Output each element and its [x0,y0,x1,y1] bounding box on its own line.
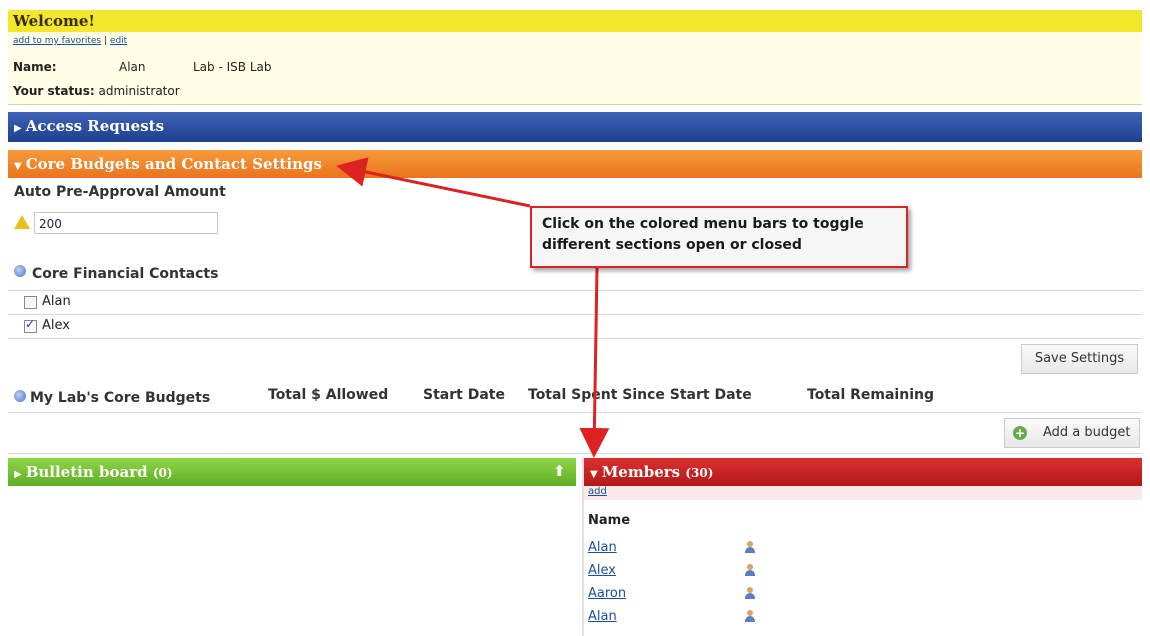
member-link[interactable]: Aaron [588,586,626,601]
status-row: Your status: administrator [13,84,180,98]
bulletin-board-title: Bulletin board [25,463,148,481]
add-to-favorites-link[interactable]: add to my favorites [13,36,101,46]
expanded-triangle-icon: ▼ [590,469,598,480]
bulletin-board-bar[interactable]: ▶ Bulletin board (0) [8,458,576,486]
collapsed-triangle-icon: ▶ [14,123,22,134]
welcome-title: Welcome! [8,10,1142,32]
contact-row: Alex [8,314,1142,339]
contact-name: Alan [42,294,71,309]
member-link[interactable]: Alan [588,609,617,624]
name-row: Name: Alan Lab - ISB Lab [13,60,271,74]
preapproval-label: Auto Pre-Approval Amount [14,184,226,200]
instruction-callout: Click on the colored menu bars to toggle… [530,206,908,268]
welcome-panel: Welcome! add to my favorites | edit Name… [8,10,1142,105]
budget-column-header: Total Spent Since Start Date [528,387,752,403]
name-value-first: Alan [119,60,146,74]
access-requests-title: Access Requests [25,117,165,135]
person-icon [745,610,755,622]
warning-icon [14,215,30,229]
budget-column-header: Total Remaining [807,387,934,403]
bulletin-count: (0) [152,466,173,480]
core-budgets-bar[interactable]: ▼ Core Budgets and Contact Settings [8,150,1142,178]
callout-line-2: different sections open or closed [542,237,802,253]
members-toolbar: add [584,486,1142,500]
plus-circle-icon: + [1013,426,1027,440]
preapproval-amount-input[interactable]: 200 [34,212,218,234]
members-count: (30) [685,466,714,480]
member-link[interactable]: Alex [588,563,616,578]
contact-checkbox[interactable] [24,296,37,309]
name-label: Name: [13,60,57,74]
contacts-divider [8,338,1142,339]
welcome-links: add to my favorites | edit [8,36,1142,46]
core-budgets-title: Core Budgets and Contact Settings [25,155,322,173]
collapsed-triangle-icon: ▶ [14,469,22,480]
contacts-label: Core Financial Contacts [32,266,219,282]
budget-column-header: Total $ Allowed [268,387,389,403]
access-requests-bar[interactable]: ▶ Access Requests [8,112,1142,142]
link-separator: | [104,36,108,46]
person-icon [745,564,755,576]
pin-icon[interactable]: ⬆ [553,462,566,480]
help-icon[interactable] [14,265,26,277]
budget-table [8,412,1142,454]
member-link[interactable]: Alan [588,540,617,555]
add-budget-label: Add a budget [1043,425,1131,440]
contact-row: Alan [8,290,1142,315]
help-icon[interactable] [14,390,26,402]
person-icon [745,587,755,599]
edit-link[interactable]: edit [110,36,127,46]
members-title: Members [601,463,681,481]
add-budget-button[interactable]: + Add a budget [1004,418,1140,448]
contact-name: Alex [42,318,70,333]
expanded-triangle-icon: ▼ [14,161,22,172]
status-value: administrator [98,84,180,98]
members-name-header: Name [588,513,631,528]
callout-line-1: Click on the colored menu bars to toggle [542,216,864,232]
members-bar[interactable]: ▼ Members (30) [584,458,1142,486]
budgets-label: My Lab's Core Budgets [30,390,211,406]
person-icon [745,541,755,553]
add-member-link[interactable]: add [588,486,607,497]
status-label: Your status: [13,84,95,98]
save-settings-button[interactable]: Save Settings [1021,344,1138,374]
budget-column-header: Start Date [423,387,505,403]
contact-checkbox[interactable] [24,317,37,333]
name-value-lab: Lab - ISB Lab [193,60,272,74]
